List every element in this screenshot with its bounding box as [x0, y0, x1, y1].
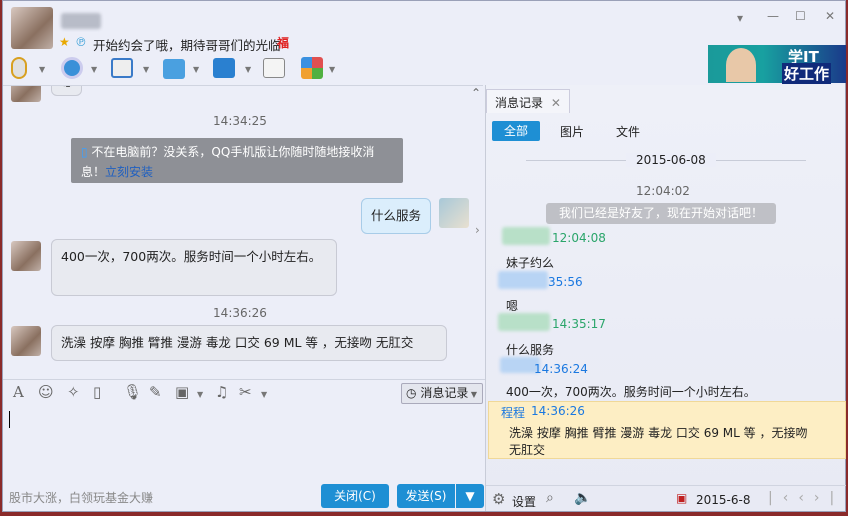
- image-icon[interactable]: ▣: [175, 383, 189, 401]
- close-button[interactable]: 关闭(C): [321, 484, 389, 508]
- avatar: [11, 86, 41, 102]
- history-date: 2015-06-08: [626, 153, 716, 167]
- entry-time: 14:36:24: [534, 362, 588, 376]
- entry-text: 嗯: [506, 299, 519, 313]
- avatar: [11, 326, 41, 356]
- filter-images[interactable]: 图片: [560, 123, 584, 140]
- message-bubble: 嗯: [51, 86, 82, 96]
- entry-text: 什么服务: [506, 343, 555, 357]
- microphone-icon[interactable]: [11, 57, 27, 79]
- input-toolbar: A ☺ ✧ ▯ 🎙 ✎ ▣ ▼ ♫ ✂ ▼ ◷ 消息记录 ▼: [3, 379, 485, 407]
- ad-banner[interactable]: 学IT 好工作: [708, 45, 846, 84]
- timestamp: 14:34:25: [213, 114, 267, 128]
- camera-icon[interactable]: [61, 57, 83, 79]
- file-transfer-icon[interactable]: [163, 59, 185, 79]
- close-window-button[interactable]: ✕: [825, 9, 835, 23]
- calendar-icon[interactable]: ▣: [676, 491, 687, 505]
- collapse-icon[interactable]: ⌃: [471, 86, 481, 100]
- system-message: 我们已经是好友了，现在开始对话吧！: [546, 203, 776, 224]
- history-button[interactable]: ◷ 消息记录 ▼: [401, 383, 483, 404]
- settings-label[interactable]: 设置: [512, 493, 536, 510]
- status-signature: 开始约会了哦，期待哥哥们的光临: [93, 38, 281, 53]
- voice-icon[interactable]: 🎙: [123, 383, 142, 401]
- qq-icon: ℗: [75, 35, 87, 49]
- footer-date[interactable]: 2015-6-8: [696, 493, 750, 507]
- gear-icon[interactable]: ⚙: [492, 490, 505, 508]
- history-panel: 消息记录 ✕ 全部 图片 文件 2015-06-08 12:04:02 我们已经…: [485, 85, 846, 511]
- page-nav-buttons[interactable]: |‹‹›|: [768, 490, 844, 506]
- entry-time: 35:56: [548, 275, 583, 289]
- message-input[interactable]: [7, 411, 481, 481]
- entry-text: 400一次，700两次。服务时间一个小时左右。: [506, 385, 756, 399]
- add-chat-icon[interactable]: [263, 58, 285, 78]
- music-icon[interactable]: ♫: [215, 383, 228, 401]
- minimize-button[interactable]: —: [767, 9, 779, 23]
- font-icon[interactable]: A: [13, 383, 24, 401]
- fu-emoji-icon: 福: [277, 36, 290, 50]
- send-options-button[interactable]: ▼: [456, 484, 484, 508]
- magic-icon[interactable]: ✧: [67, 383, 80, 401]
- close-tab-icon[interactable]: ✕: [551, 96, 561, 110]
- ad-text-link[interactable]: 股市大涨，白领玩基金大赚: [9, 489, 153, 506]
- tab-history[interactable]: 消息记录 ✕: [486, 89, 570, 113]
- message-bubble-self: 什么服务: [361, 198, 432, 234]
- message-area: 嗯 14:34:25 ▯ 不在电脑前？没关系，QQ手机版让你随时随地接收消息！立…: [3, 85, 483, 379]
- highlighted-entry: 程程 14:36:26 洗澡 按摩 胸推 臂推 漫游 毒龙 口交 69 ML 等…: [488, 401, 846, 459]
- search-icon[interactable]: ⌕: [546, 490, 554, 506]
- filter-all[interactable]: 全部: [492, 121, 540, 141]
- send-button[interactable]: 发送(S): [397, 484, 455, 508]
- screen-share-icon[interactable]: [111, 58, 133, 78]
- history-footer: ⚙ 设置 ⌕ 🔈 ▣ 2015-6-8 |‹‹›|: [486, 485, 846, 511]
- mobile-qq-notice: ▯ 不在电脑前？没关系，QQ手机版让你随时随地接收消息！立刻安装: [71, 138, 403, 183]
- maximize-button[interactable]: ☐: [795, 9, 806, 23]
- system-time: 12:04:02: [636, 184, 690, 198]
- menu-button[interactable]: ▾: [737, 11, 743, 25]
- emoji-icon[interactable]: ☺: [38, 383, 54, 401]
- edit-icon[interactable]: ✎: [149, 383, 162, 401]
- chat-window: ★ ℗ 开始约会了哦，期待哥哥们的光临 福 ▾ — ☐ ✕ 学IT 好工作 ▼ …: [2, 0, 846, 512]
- avatar: [11, 241, 41, 271]
- contact-avatar[interactable]: [11, 7, 53, 49]
- contact-name-blurred: [61, 13, 101, 29]
- star-icon: ★: [59, 35, 70, 49]
- apps-icon[interactable]: [301, 57, 323, 79]
- self-avatar: [439, 198, 469, 228]
- timestamp: 14:36:26: [213, 306, 267, 320]
- entry-time: 14:35:17: [552, 317, 606, 331]
- speaker-icon[interactable]: 🔈: [574, 490, 591, 506]
- message-bubble: 400一次，700两次。服务时间一个小时左右。: [51, 239, 337, 296]
- clock-icon: ◷: [406, 386, 417, 400]
- screenshot-icon[interactable]: ✂: [239, 383, 252, 401]
- entry-text: 妹子约么: [506, 256, 555, 270]
- message-bubble: 洗澡 按摩 胸推 臂推 漫游 毒龙 口交 69 ML 等 ，无接吻 无肛交: [51, 325, 447, 361]
- filter-files[interactable]: 文件: [616, 123, 640, 140]
- shake-icon[interactable]: ▯: [93, 383, 101, 401]
- remote-assist-icon[interactable]: [213, 58, 235, 78]
- install-link[interactable]: 立刻安装: [105, 165, 153, 179]
- entry-time: 12:04:08: [552, 231, 606, 245]
- expand-panel-arrow[interactable]: ›: [475, 223, 480, 237]
